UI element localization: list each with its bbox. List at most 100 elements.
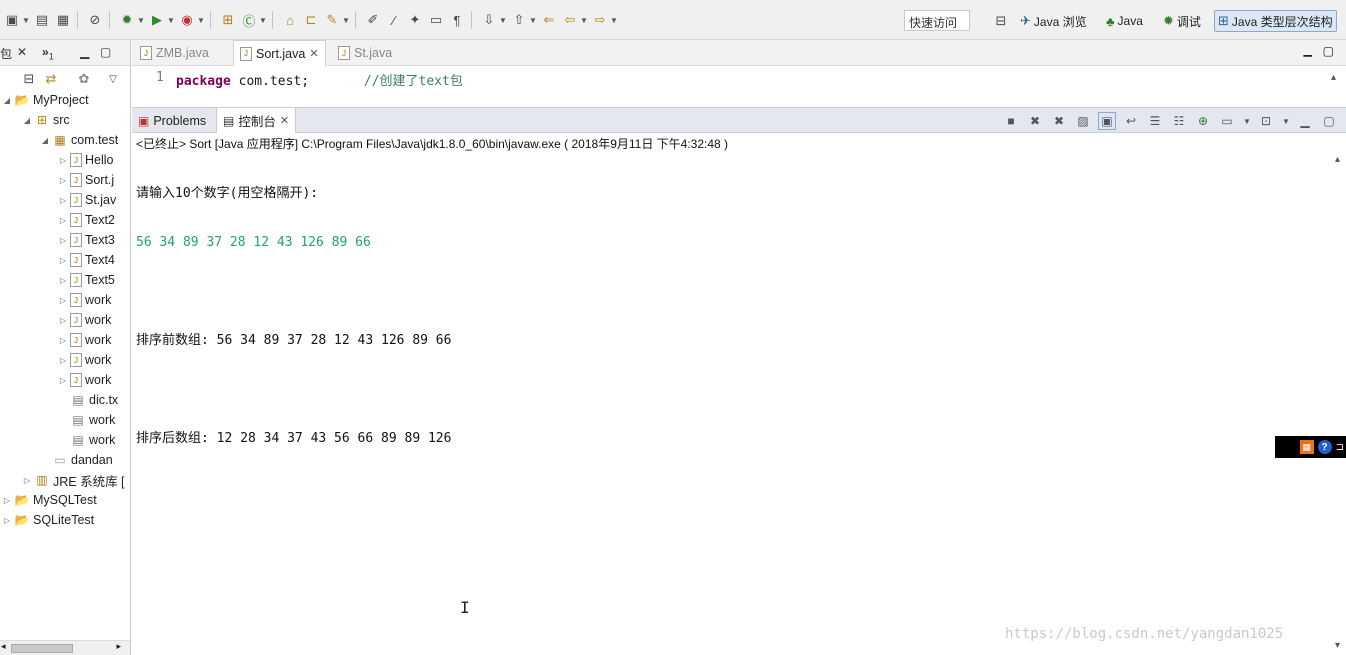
tree-item-text5[interactable]: ▷ J Text5	[58, 270, 115, 290]
search-dropdown-icon[interactable]: ▼	[342, 16, 350, 25]
collapsed-icon[interactable]: ▷	[58, 276, 68, 285]
open-console-icon[interactable]: ⊡	[1257, 112, 1275, 130]
tab-st-java[interactable]: J St.java	[332, 40, 398, 66]
collapsed-icon[interactable]: ▷	[58, 156, 68, 165]
collapsed-icon[interactable]: ▷	[58, 236, 68, 245]
tree-item-work[interactable]: ▷ Jwork	[58, 330, 111, 350]
perspective-java[interactable]: ♣ Java	[1103, 10, 1146, 32]
scroll-right-icon[interactable]: ▸	[116, 641, 121, 652]
code-editor[interactable]: 1 package com.test; //创建了text包 ▴	[132, 66, 1346, 106]
skip-breakpoints-icon[interactable]: ⊘	[86, 11, 104, 29]
code-line[interactable]: package com.test; //创建了text包	[176, 70, 463, 89]
run-dropdown-icon[interactable]: ▼	[167, 16, 175, 25]
collapsed-icon[interactable]: ▷	[58, 196, 68, 205]
remove-all-icon[interactable]: ✖	[1050, 112, 1068, 130]
new-class-icon[interactable]: Ⓒ	[240, 11, 258, 29]
scroll-down-icon[interactable]: ▾	[1335, 640, 1340, 651]
collapsed-icon[interactable]: ▷	[2, 496, 12, 505]
minimize-icon[interactable]: ▁	[1296, 112, 1314, 130]
new-icon[interactable]: ▣	[3, 11, 21, 29]
tree-item-work[interactable]: ▷ Jwork	[58, 310, 111, 330]
last-edit-icon[interactable]: ⇐	[540, 11, 558, 29]
debug-icon[interactable]: ✹	[118, 11, 136, 29]
tree-item-st[interactable]: ▷ J St.jav	[58, 190, 116, 210]
help-icon[interactable]: ?	[1317, 440, 1332, 454]
block-select-icon[interactable]: ▭	[427, 11, 445, 29]
tab-overflow[interactable]: »1	[42, 45, 54, 61]
display-console-icon[interactable]: ▭	[1218, 112, 1236, 130]
widget-grid-icon[interactable]: ▦	[1299, 440, 1314, 454]
maximize-icon[interactable]: ▢	[100, 45, 111, 59]
close-icon[interactable]: ✕	[309, 47, 318, 60]
annotation-icon[interactable]: ✐	[364, 11, 382, 29]
expanded-icon[interactable]: ◢	[22, 116, 32, 125]
collapsed-icon[interactable]: ▷	[58, 356, 68, 365]
maximize-icon[interactable]: ▢	[1320, 112, 1338, 130]
collapsed-icon[interactable]: ▷	[58, 336, 68, 345]
forward-icon[interactable]: ⇨	[591, 11, 609, 29]
expanded-icon[interactable]: ◢	[2, 96, 12, 105]
open-perspective-icon[interactable]: ⊟	[992, 12, 1010, 30]
quick-access-field[interactable]: 快速访问	[904, 10, 970, 31]
tree-item-work-txt[interactable]: ▤ work	[58, 430, 115, 450]
scroll-lock-icon[interactable]: ▣	[1098, 112, 1116, 130]
prev-annotation-icon[interactable]: ⇧	[510, 11, 528, 29]
new-class-dropdown-icon[interactable]: ▼	[259, 16, 267, 25]
tree-item-work[interactable]: ▷ Jwork	[58, 370, 111, 390]
tree-item-text3[interactable]: ▷ J Text3	[58, 230, 115, 250]
next-annotation-dropdown-icon[interactable]: ▼	[499, 16, 507, 25]
print-icon[interactable]: ▦	[54, 11, 72, 29]
tree-item-hello[interactable]: ▷ J Hello	[58, 150, 114, 170]
debug-dropdown-icon[interactable]: ▼	[137, 16, 145, 25]
tree-item-jre[interactable]: ▷ ▥ JRE 系统库 [	[22, 470, 125, 490]
open-task-icon[interactable]: ⊏	[302, 11, 320, 29]
collapsed-icon[interactable]: ▷	[58, 376, 68, 385]
perspective-debug[interactable]: ✹ 调试	[1160, 10, 1204, 32]
tree-item-sqlitetest[interactable]: ▷ 📂 SQLiteTest	[2, 510, 94, 530]
tab-problems[interactable]: ▣ Problems	[132, 108, 212, 133]
collapsed-icon[interactable]: ▷	[2, 516, 12, 525]
scroll-up-icon[interactable]: ▴	[1335, 154, 1340, 165]
clear-console-icon[interactable]: ▨	[1074, 112, 1092, 130]
next-annotation-icon[interactable]: ⇩	[480, 11, 498, 29]
open-console-dropdown-icon[interactable]: ▼	[1282, 117, 1290, 126]
view-menu-icon[interactable]: ▽	[104, 70, 122, 88]
tree-item-myproject[interactable]: ◢ 📂 MyProject	[2, 90, 89, 110]
tree-item-src[interactable]: ◢ ⊞ src	[22, 110, 70, 130]
tree-item-package[interactable]: ◢ ▦ com.test	[40, 130, 118, 150]
tree-item-work[interactable]: ▷ Jwork	[58, 290, 111, 310]
expanded-icon[interactable]: ◢	[40, 136, 50, 145]
scroll-left-icon[interactable]: ◂	[1, 641, 6, 652]
tree-item-dic[interactable]: ▤ dic.tx	[58, 390, 118, 410]
collapsed-icon[interactable]: ▷	[22, 476, 32, 485]
link-editor-icon[interactable]: ⇄	[42, 70, 60, 88]
console-output[interactable]: 请输入10个数字(用空格隔开): 56 34 89 37 28 12 43 12…	[136, 154, 451, 463]
show-stderr-icon[interactable]: ☷	[1170, 112, 1188, 130]
back-icon[interactable]: ⇦	[561, 11, 579, 29]
minimize-icon[interactable]: ▁	[80, 45, 89, 59]
collapsed-icon[interactable]: ▷	[58, 296, 68, 305]
collapsed-icon[interactable]: ▷	[58, 256, 68, 265]
tab-console[interactable]: ▤ 控制台 ✕	[216, 108, 297, 133]
collapse-all-icon[interactable]: ⊟	[20, 70, 38, 88]
tree-item-work[interactable]: ▷ Jwork	[58, 350, 111, 370]
tab-package-explorer[interactable]: 包	[0, 45, 12, 62]
prev-annotation-dropdown-icon[interactable]: ▼	[529, 16, 537, 25]
tab-sort-java[interactable]: J Sort.java ✕	[233, 40, 326, 66]
whitespace-icon[interactable]: ¶	[448, 11, 466, 29]
run-icon[interactable]: ▶	[148, 11, 166, 29]
perspective-type-hierarchy[interactable]: ⊞ Java 类型层次结构	[1214, 10, 1337, 32]
display-console-dropdown-icon[interactable]: ▼	[1243, 117, 1251, 126]
floating-widget[interactable]: ▦ ? ⊐	[1275, 436, 1346, 458]
new-dropdown-icon[interactable]: ▼	[22, 16, 30, 25]
tree-item-dandan[interactable]: ▭ dandan	[40, 450, 112, 470]
pin-console-icon[interactable]: ⊕	[1194, 112, 1212, 130]
collapsed-icon[interactable]: ▷	[58, 216, 68, 225]
run-external-icon[interactable]: ◉	[178, 11, 196, 29]
word-wrap-icon[interactable]: ↩	[1122, 112, 1140, 130]
minimize-icon[interactable]: ▁	[1304, 44, 1312, 57]
tree-item-mysqltest[interactable]: ▷ 📂 MySQLTest	[2, 490, 97, 510]
close-icon[interactable]: ✕	[280, 114, 289, 127]
tree-item-work-txt[interactable]: ▤ work	[58, 410, 115, 430]
tree-item-text2[interactable]: ▷ J Text2	[58, 210, 115, 230]
